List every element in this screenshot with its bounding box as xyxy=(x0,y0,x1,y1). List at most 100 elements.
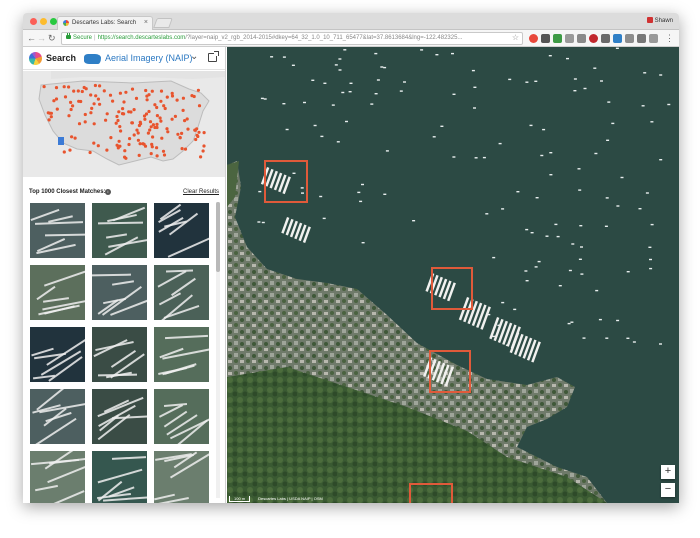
boat xyxy=(616,205,620,207)
match-point xyxy=(114,121,118,125)
result-thumbnail[interactable] xyxy=(30,327,85,382)
close-window-icon[interactable] xyxy=(30,18,37,25)
result-thumbnail[interactable] xyxy=(154,451,209,503)
result-thumbnail[interactable] xyxy=(30,203,85,258)
notes-icon[interactable] xyxy=(553,34,562,43)
boat xyxy=(605,337,609,339)
boat xyxy=(524,270,528,272)
result-thumbnail[interactable] xyxy=(92,265,147,320)
result-thumbnail[interactable] xyxy=(30,389,85,444)
puzzle-icon[interactable] xyxy=(625,34,634,43)
new-tab-button[interactable] xyxy=(153,18,173,28)
result-thumbnail[interactable] xyxy=(30,451,85,503)
grid-icon[interactable] xyxy=(541,34,550,43)
boat xyxy=(403,81,406,83)
boat xyxy=(570,321,574,323)
match-point xyxy=(42,85,46,89)
match-highlight-box[interactable] xyxy=(429,350,471,393)
boat xyxy=(580,246,583,248)
match-point xyxy=(67,85,71,89)
boat xyxy=(343,49,347,51)
back-button[interactable]: ← xyxy=(27,33,36,43)
dock-stripe xyxy=(42,297,69,304)
result-thumbnail[interactable] xyxy=(92,389,147,444)
layer-selector[interactable]: Aerial Imagery (NAIP) xyxy=(105,53,193,63)
tab-favicon-icon xyxy=(63,20,69,26)
boat xyxy=(282,56,286,58)
share-icon[interactable] xyxy=(208,51,219,62)
tools-icon[interactable] xyxy=(577,34,586,43)
boat xyxy=(534,266,538,268)
boat xyxy=(257,221,261,223)
result-thumbnail[interactable] xyxy=(154,265,209,320)
minimize-window-icon[interactable] xyxy=(40,18,47,25)
boat xyxy=(357,191,361,194)
clear-results-link[interactable]: Clear Results xyxy=(183,189,219,195)
reload-button[interactable]: ↻ xyxy=(48,33,56,43)
boat xyxy=(641,105,645,107)
zoom-out-button[interactable]: − xyxy=(661,483,675,497)
bookmark-icon[interactable] xyxy=(601,34,610,43)
boat xyxy=(452,93,456,95)
browser-tab[interactable]: Descartes Labs: Search × xyxy=(57,16,153,30)
match-point xyxy=(151,123,155,127)
result-thumbnail[interactable] xyxy=(92,203,147,258)
menu-icon[interactable]: ⋮ xyxy=(665,33,674,43)
opera-icon[interactable] xyxy=(529,34,538,43)
map-view[interactable]: + − 100 m Descartes Labs | USDA NAIP | OS… xyxy=(227,47,679,503)
boat xyxy=(348,91,352,93)
extension-icon[interactable] xyxy=(637,34,646,43)
result-thumbnail[interactable] xyxy=(154,327,209,382)
boat xyxy=(501,301,505,304)
chevron-down-icon[interactable]: ⌄ xyxy=(190,51,198,62)
result-thumbnail[interactable] xyxy=(92,327,147,382)
result-thumbnail[interactable] xyxy=(154,389,209,444)
result-thumbnail[interactable] xyxy=(30,265,85,320)
match-point xyxy=(62,150,66,154)
overview-minimap[interactable] xyxy=(23,71,225,177)
match-point xyxy=(151,135,155,139)
boat xyxy=(320,135,324,138)
zoom-in-button[interactable]: + xyxy=(661,465,675,479)
code-icon[interactable] xyxy=(613,34,622,43)
match-highlight-box[interactable] xyxy=(431,267,473,310)
dock-stripe xyxy=(98,221,144,225)
tab-close-icon[interactable]: × xyxy=(144,19,148,26)
maximize-window-icon[interactable] xyxy=(50,18,57,25)
boat xyxy=(525,280,529,282)
search-label[interactable]: Search xyxy=(46,53,76,63)
boat xyxy=(440,125,444,127)
info-icon[interactable]: i xyxy=(105,189,111,195)
pinterest-icon[interactable] xyxy=(589,34,598,43)
result-thumbnail[interactable] xyxy=(92,451,147,503)
descartes-logo-icon[interactable] xyxy=(29,52,42,65)
match-point xyxy=(138,120,142,124)
dock-stripe xyxy=(92,273,132,277)
match-point xyxy=(137,153,141,157)
match-point xyxy=(98,84,102,88)
dock-stripe xyxy=(36,285,56,300)
scrollbar-thumb[interactable] xyxy=(216,202,220,272)
boat xyxy=(566,57,569,60)
bookmark-star-icon[interactable]: ☆ xyxy=(512,33,519,43)
profile-button[interactable]: Shawn xyxy=(646,17,673,24)
boat xyxy=(534,80,538,82)
match-point xyxy=(54,86,59,90)
profile-icon xyxy=(646,17,653,23)
boat xyxy=(331,104,335,106)
canada-landmass xyxy=(51,71,225,79)
match-point xyxy=(127,142,131,147)
matches-header: Top 1000 Closest Matches: i Clear Result… xyxy=(29,189,219,199)
address-bar[interactable]: Secure | https://search.descarteslabs.com/… xyxy=(61,32,523,45)
match-point xyxy=(149,152,153,156)
cast-icon[interactable] xyxy=(649,34,658,43)
boat xyxy=(600,80,603,82)
match-highlight-box[interactable] xyxy=(409,483,453,503)
results-scrollbar[interactable] xyxy=(216,202,220,498)
match-point xyxy=(202,144,206,148)
tab-strip: Descartes Labs: Search × Shawn xyxy=(23,13,679,30)
result-thumbnail[interactable] xyxy=(154,203,209,258)
match-highlight-box[interactable] xyxy=(264,160,308,203)
forward-button[interactable]: → xyxy=(37,33,46,43)
mail-icon[interactable] xyxy=(565,34,574,43)
